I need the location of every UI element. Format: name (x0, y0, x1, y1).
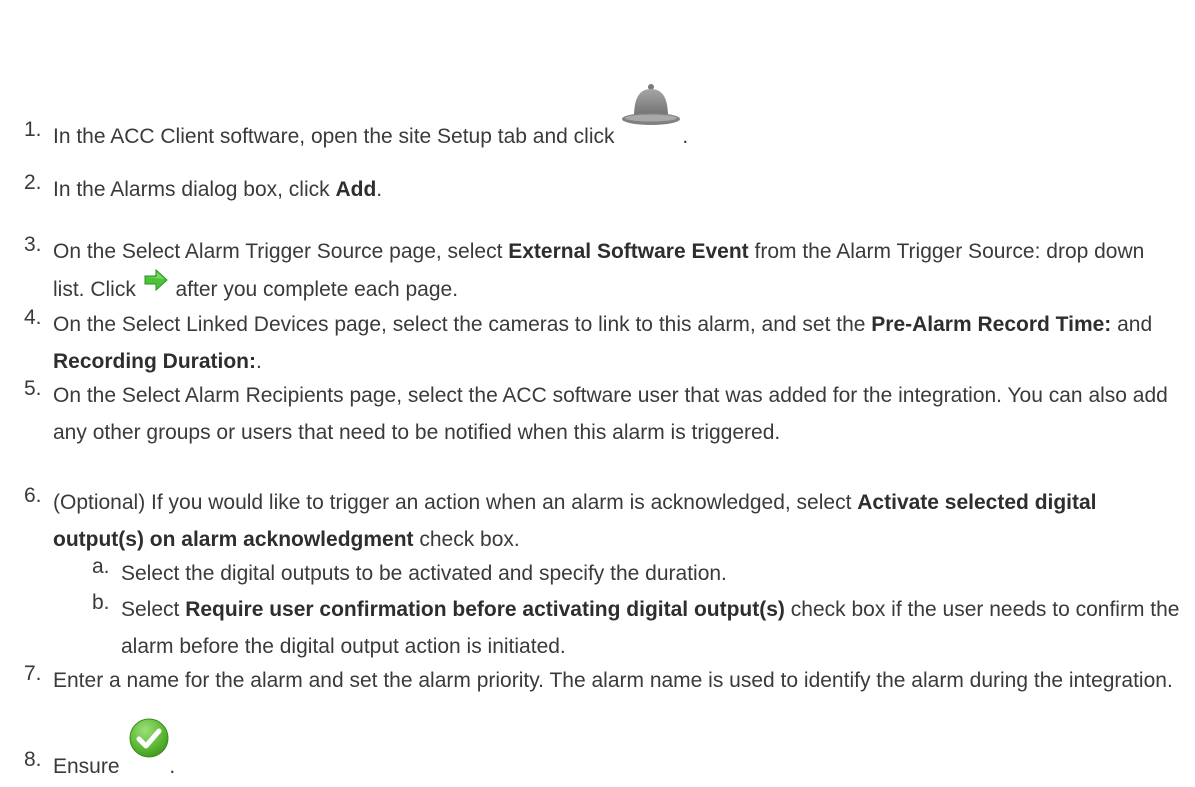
step-text: On the Select Alarm Trigger Source page,… (53, 233, 1178, 309)
step-text: On the Select Alarm Recipients page, sel… (53, 384, 1168, 444)
step-number: 5. (24, 377, 42, 400)
step-number: a. (92, 555, 110, 578)
bell-icon (620, 83, 682, 139)
step-number: 6. (24, 484, 42, 507)
step-number: 4. (24, 306, 42, 329)
step-number: b. (92, 591, 110, 614)
step-number: 3. (24, 233, 42, 256)
step-number: 2. (24, 171, 42, 194)
step-text: Ensure . (53, 718, 1178, 785)
step-number: 8. (24, 748, 42, 771)
step-number: 7. (24, 662, 42, 685)
step-text: In the Alarms dialog box, click Add. (53, 178, 383, 201)
step-text: (Optional) If you would like to trigger … (53, 491, 1097, 551)
step-text: Select the digital outputs to be activat… (121, 562, 727, 585)
step-text: Select Require user confirmation before … (121, 598, 1180, 658)
checkmark-icon (129, 718, 169, 770)
green-arrow-icon (144, 266, 168, 304)
step-number: 1. (24, 118, 42, 141)
step-text: Enter a name for the alarm and set the a… (53, 669, 1173, 692)
step-text: On the Select Linked Devices page, selec… (53, 313, 1153, 373)
step-text: In the ACC Client software, open the sit… (53, 84, 1178, 155)
